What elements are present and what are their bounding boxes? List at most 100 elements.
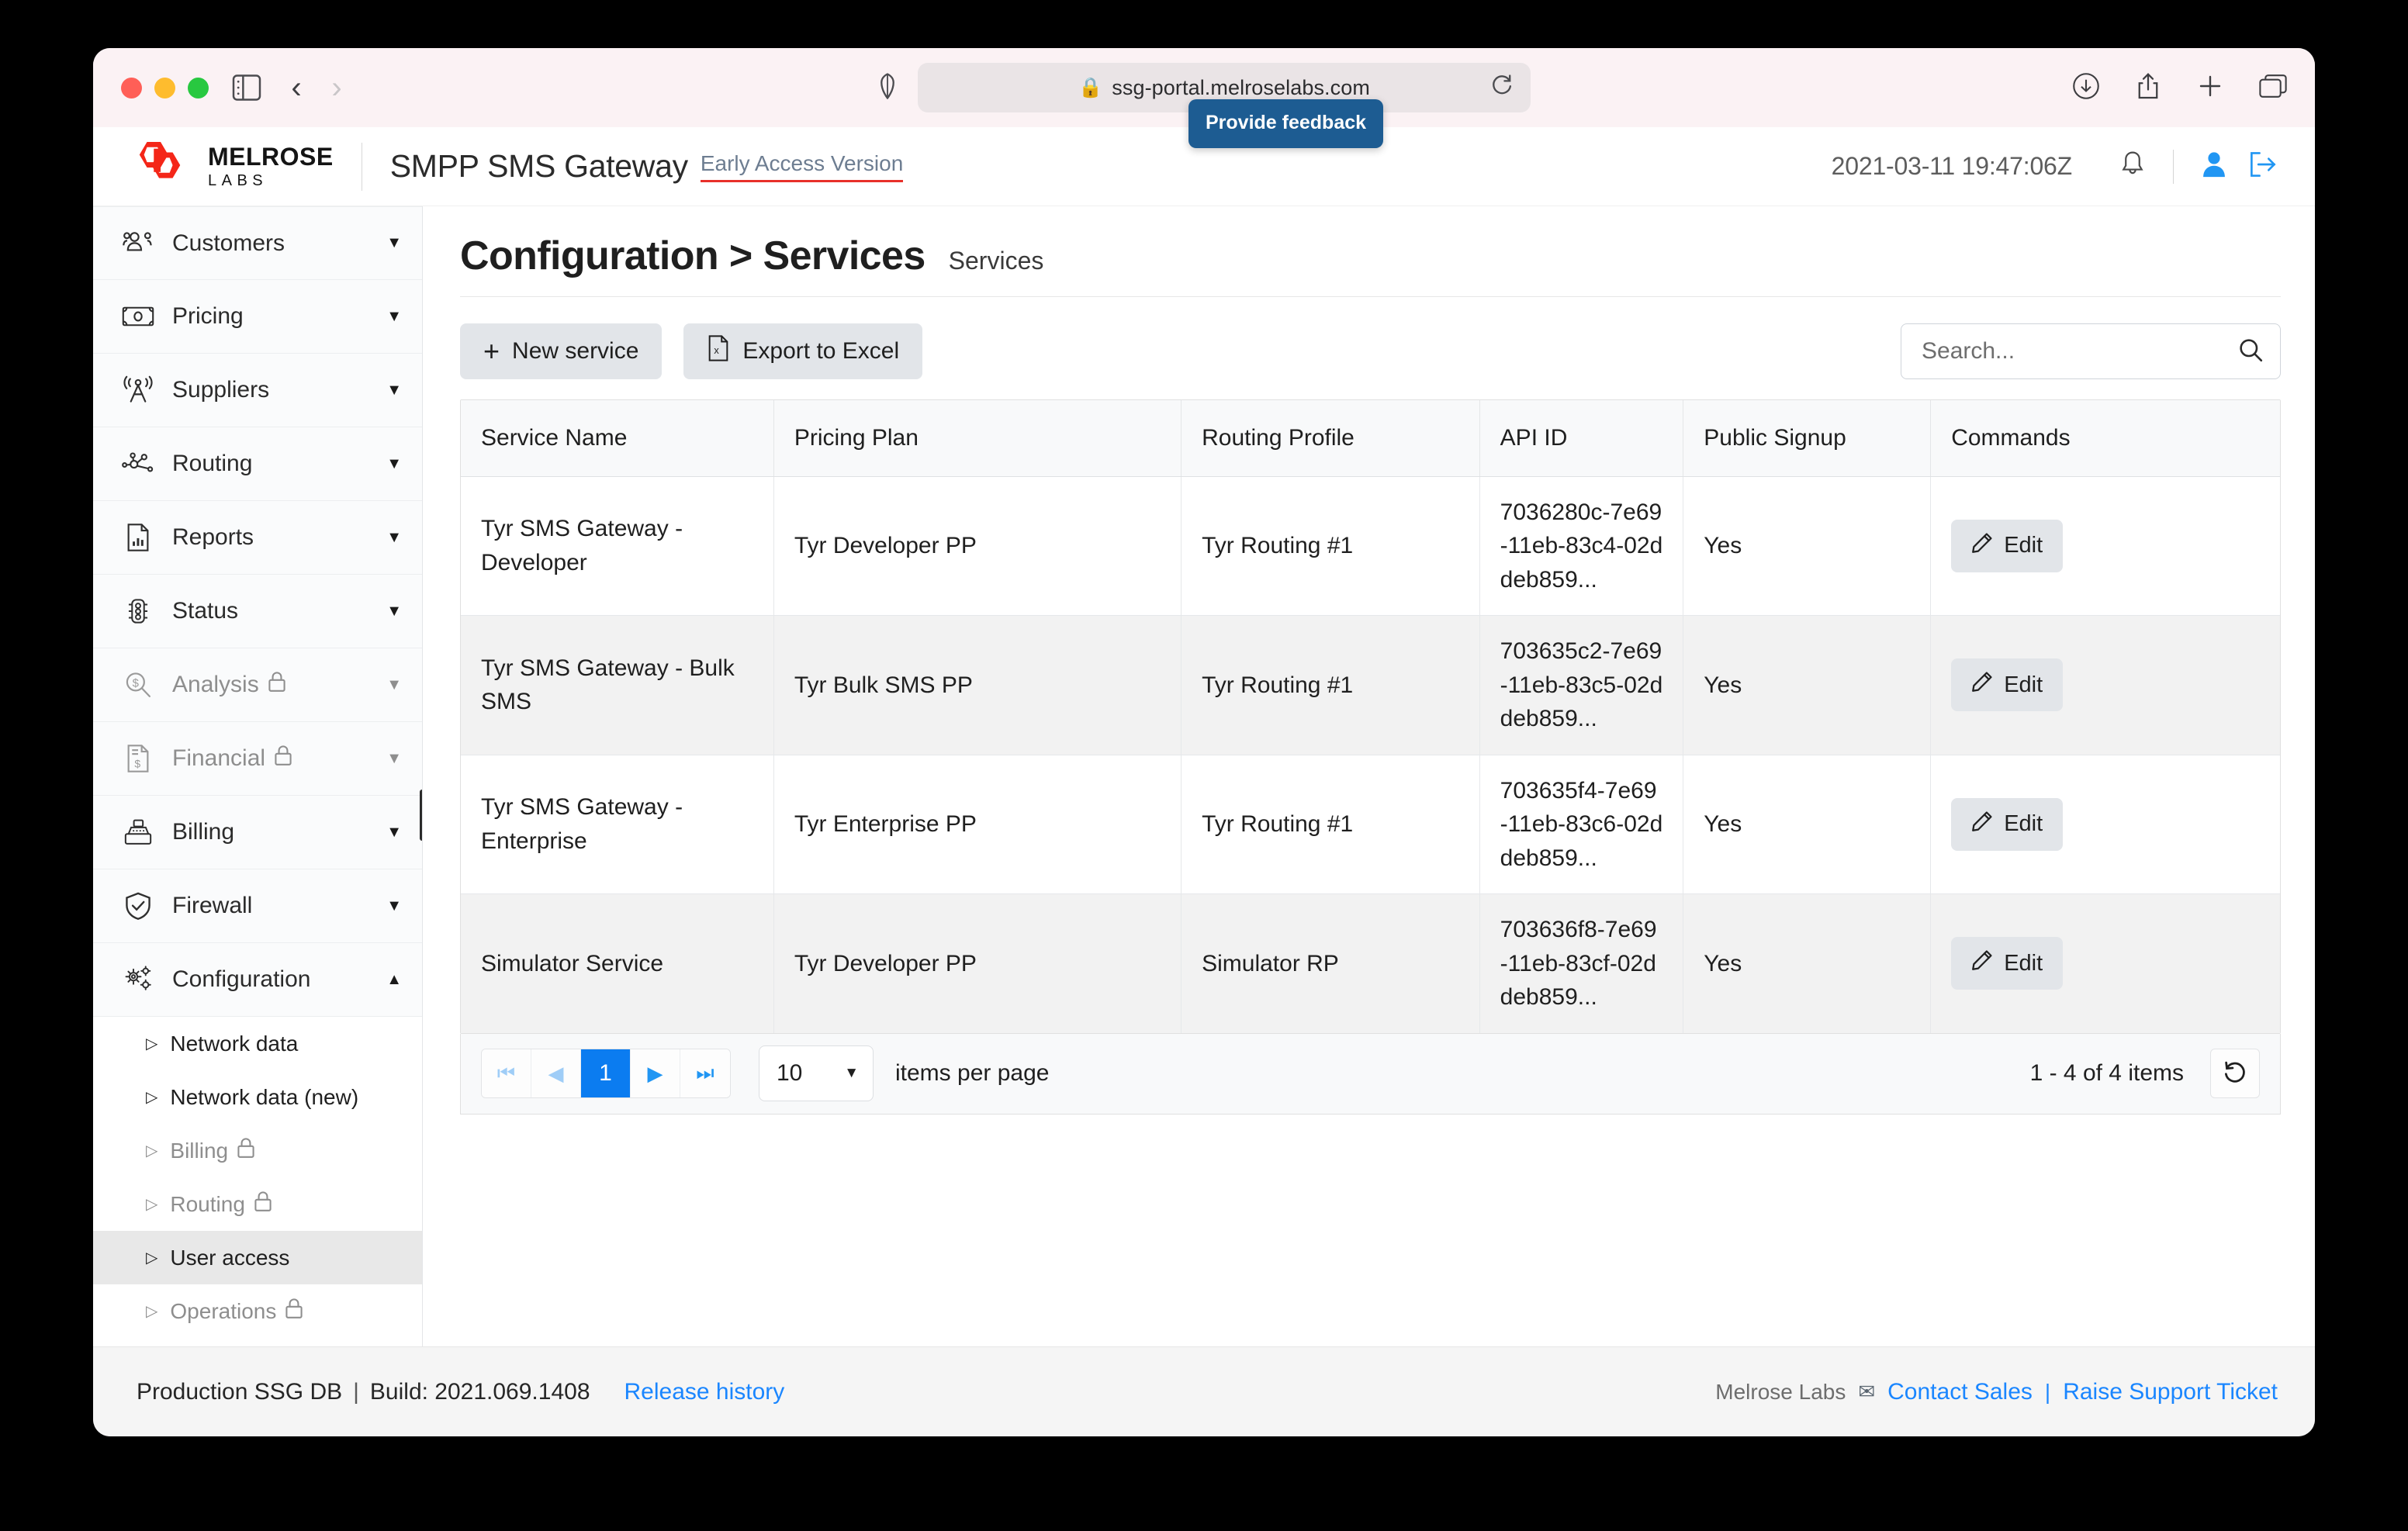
column-header[interactable]: API ID bbox=[1479, 400, 1684, 477]
sidebar-item-customers[interactable]: Customers ▼ bbox=[93, 206, 422, 280]
back-chevron-icon[interactable]: ‹ bbox=[279, 70, 314, 105]
cell-api-id: 703635c2-7e69-11eb-83c5-02ddeb859... bbox=[1479, 615, 1684, 755]
chevron-icon[interactable]: ▼ bbox=[386, 234, 402, 252]
sidebar-item-suppliers[interactable]: Suppliers ▼ bbox=[93, 354, 422, 427]
sidebar-item-firewall[interactable]: Firewall ▼ bbox=[93, 869, 422, 943]
edit-button[interactable]: Edit bbox=[1951, 658, 2064, 712]
export-to-excel-button[interactable]: x Export to Excel bbox=[683, 323, 923, 379]
page-size-select[interactable]: 10 ▼ bbox=[759, 1045, 874, 1101]
chevron-icon[interactable]: ▼ bbox=[386, 676, 402, 694]
column-header[interactable]: Commands bbox=[1930, 400, 2280, 477]
chevron-right-icon: ▷ bbox=[146, 1142, 158, 1159]
sidebar-item-configuration[interactable]: Configuration ▲ bbox=[93, 943, 422, 1017]
chevron-icon[interactable]: ▲ bbox=[386, 971, 402, 989]
edit-button[interactable]: Edit bbox=[1951, 797, 2064, 851]
last-page-button[interactable]: ⏭ bbox=[680, 1049, 730, 1097]
lock-icon bbox=[236, 1137, 256, 1164]
edit-button[interactable]: Edit bbox=[1951, 937, 2064, 990]
brand-logo[interactable]: MELROSE LABS bbox=[116, 140, 334, 193]
sidebar-item-billing[interactable]: Billing ▼ bbox=[93, 796, 422, 869]
sidebar-toggle-icon[interactable] bbox=[232, 74, 261, 101]
table-row[interactable]: Simulator Service Tyr Developer PP Simulat… bbox=[461, 893, 2280, 1033]
sidebar-subitem-pricing[interactable]: ▷Pricing bbox=[93, 1338, 422, 1346]
provide-feedback-tooltip[interactable]: Provide feedback bbox=[1188, 99, 1384, 148]
sidebar-subitem-billing[interactable]: ▷ Billing bbox=[93, 1124, 422, 1177]
edit-button[interactable]: Edit bbox=[1951, 519, 2064, 572]
share-icon[interactable] bbox=[2135, 72, 2161, 104]
chevron-icon[interactable]: ▼ bbox=[386, 308, 402, 326]
refresh-button[interactable] bbox=[2210, 1049, 2260, 1098]
forward-chevron-icon[interactable]: › bbox=[319, 70, 355, 105]
report-document-icon bbox=[119, 523, 157, 552]
close-window-button[interactable] bbox=[121, 77, 142, 98]
release-history-link[interactable]: Release history bbox=[624, 1379, 785, 1405]
chevron-icon[interactable]: ▼ bbox=[386, 529, 402, 547]
column-header[interactable]: Pricing Plan bbox=[773, 400, 1182, 477]
cell-routing-profile: Tyr Routing #1 bbox=[1181, 615, 1480, 755]
table-header-row: Service Name Pricing Plan Routing Profile A… bbox=[461, 400, 2280, 477]
chevron-icon[interactable]: ▼ bbox=[386, 824, 402, 842]
clock: 2021-03-11 19:47:06Z bbox=[1831, 152, 2073, 180]
chevron-right-icon: ▷ bbox=[146, 1088, 158, 1106]
search-input[interactable] bbox=[1922, 338, 2238, 365]
sidebar-item-pricing[interactable]: Pricing ▼ bbox=[93, 280, 422, 354]
page-1-button[interactable]: 1 bbox=[581, 1049, 631, 1097]
column-header[interactable]: Public Signup bbox=[1683, 400, 1932, 477]
svg-text:$: $ bbox=[134, 758, 140, 770]
bell-icon[interactable] bbox=[2119, 150, 2147, 183]
app-title: SMPP SMS Gateway bbox=[389, 148, 688, 184]
sidebar-item-analysis[interactable]: $ Analysis ▼ bbox=[93, 648, 422, 722]
contact-sales-link[interactable]: Contact Sales bbox=[1887, 1379, 2033, 1405]
sidebar-nav: Customers ▼ Pricing ▼ Suppliers ▼ Routing ▼ Repo… bbox=[93, 206, 422, 1346]
company-label: Melrose Labs bbox=[1715, 1379, 1846, 1404]
footer-separator: | bbox=[353, 1378, 359, 1405]
sidebar-subitem-network-data[interactable]: ▷ Network data bbox=[93, 1017, 422, 1070]
column-header[interactable]: Routing Profile bbox=[1181, 400, 1480, 477]
sidebar-item-status[interactable]: Status ▼ bbox=[93, 575, 422, 648]
cell-public-signup: Yes bbox=[1683, 476, 1932, 616]
previous-page-button[interactable]: ◀ bbox=[531, 1049, 581, 1097]
table-row[interactable]: Tyr SMS Gateway - Enterprise Tyr Enterpri… bbox=[461, 755, 2280, 894]
tab-overview-icon[interactable] bbox=[2259, 74, 2287, 102]
window-controls bbox=[121, 77, 209, 98]
sidebar-subitem-routing[interactable]: ▷ Routing bbox=[93, 1177, 422, 1231]
reload-icon[interactable] bbox=[1490, 74, 1514, 102]
sidebar-scrollbar[interactable] bbox=[420, 790, 422, 841]
chevron-icon[interactable]: ▼ bbox=[386, 455, 402, 473]
plus-icon[interactable] bbox=[2196, 72, 2224, 104]
first-page-button[interactable]: ⏮ bbox=[482, 1049, 531, 1097]
version-tag[interactable]: Early Access Version bbox=[700, 151, 904, 182]
logout-icon[interactable] bbox=[2248, 150, 2278, 183]
search-box[interactable] bbox=[1901, 323, 2281, 379]
maximize-window-button[interactable] bbox=[188, 77, 209, 98]
sidebar-subitem-user-access[interactable]: ▷ User access bbox=[93, 1231, 422, 1284]
chevron-icon[interactable]: ▼ bbox=[386, 750, 402, 768]
table-row[interactable]: Tyr SMS Gateway - Bulk SMS Tyr Bulk SMS P… bbox=[461, 615, 2280, 755]
melrose-logo-icon bbox=[139, 141, 181, 178]
shield-icon[interactable] bbox=[877, 72, 898, 103]
sidebar-item-label: Routing bbox=[172, 451, 253, 476]
chevron-icon[interactable]: ▼ bbox=[386, 897, 402, 915]
sidebar-item-financial[interactable]: $ Financial ▼ bbox=[93, 722, 422, 796]
column-header[interactable]: Service Name bbox=[461, 400, 774, 477]
raise-support-ticket-link[interactable]: Raise Support Ticket bbox=[2063, 1379, 2278, 1405]
brand-sub: LABS bbox=[208, 172, 268, 189]
next-page-button[interactable]: ▶ bbox=[631, 1049, 680, 1097]
items-per-page-label: items per page bbox=[895, 1060, 1050, 1086]
download-icon[interactable] bbox=[2072, 72, 2100, 104]
sidebar-subitem-network-data-new[interactable]: ▷ Network data (new) bbox=[93, 1070, 422, 1124]
sidebar-item-reports[interactable]: Reports ▼ bbox=[93, 501, 422, 575]
search-icon[interactable] bbox=[2238, 337, 2263, 366]
chevron-icon[interactable]: ▼ bbox=[386, 603, 402, 620]
edit-label: Edit bbox=[2004, 950, 2043, 976]
sidebar-item-routing[interactable]: Routing ▼ bbox=[93, 427, 422, 501]
sidebar-item-label: Firewall bbox=[172, 893, 253, 918]
sidebar-subitem-operations[interactable]: ▷ Operations bbox=[93, 1284, 422, 1338]
minimize-window-button[interactable] bbox=[154, 77, 175, 98]
new-service-button[interactable]: + New service bbox=[460, 323, 663, 379]
chevron-icon[interactable]: ▼ bbox=[386, 382, 402, 399]
user-icon[interactable] bbox=[2200, 150, 2228, 183]
table-row[interactable]: Tyr SMS Gateway - Developer Tyr Developer… bbox=[461, 476, 2280, 616]
sidebar-subitem-label: Billing bbox=[170, 1137, 256, 1164]
sidebar-item-label: Customers bbox=[172, 230, 285, 256]
